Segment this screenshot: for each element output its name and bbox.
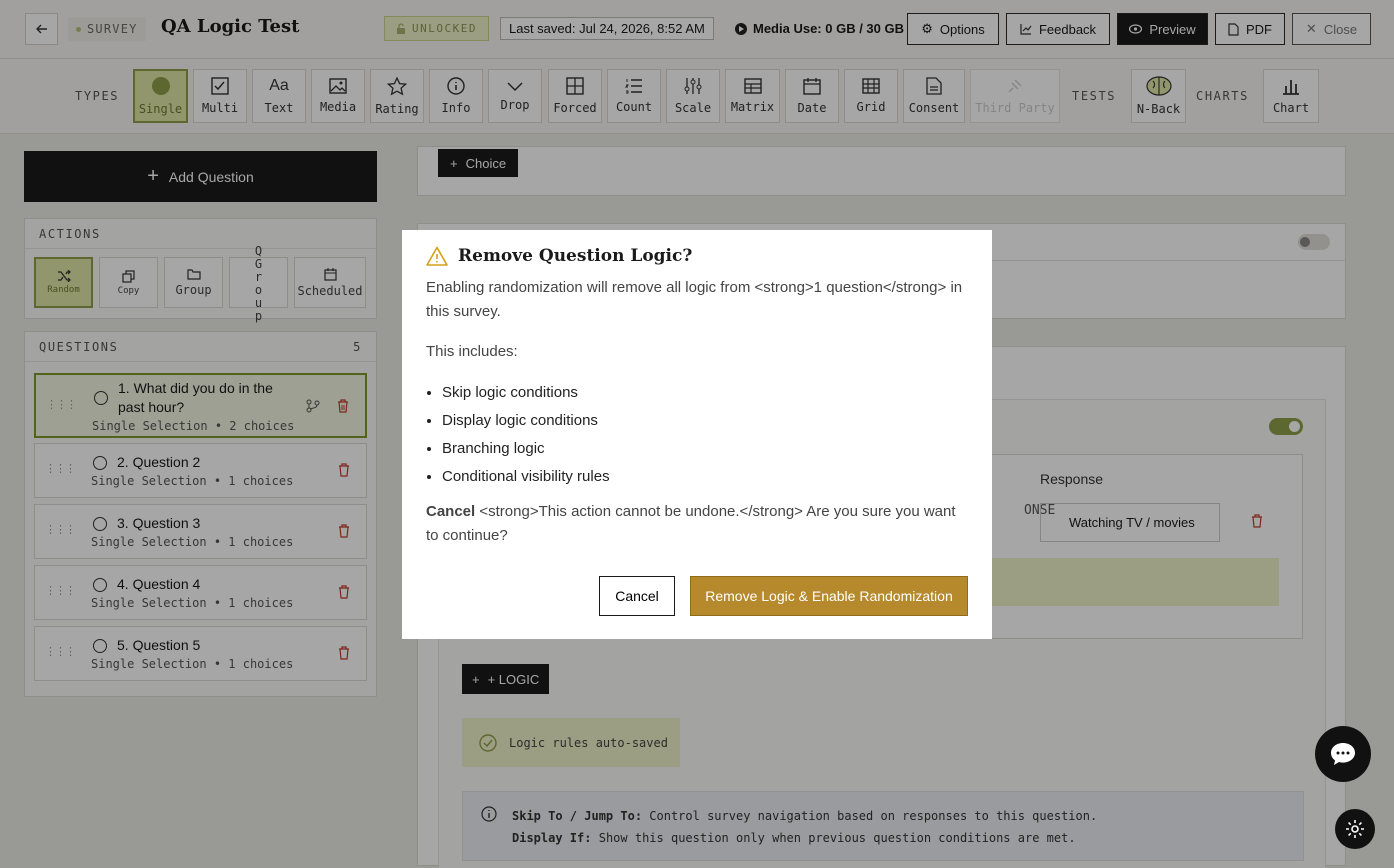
- confirm-remove-logic-button[interactable]: Remove Logic & Enable Randomization: [690, 576, 968, 616]
- cancel-button[interactable]: Cancel: [599, 576, 675, 616]
- chat-bubble-icon: [1331, 743, 1355, 765]
- list-item: Skip logic conditions: [442, 379, 610, 407]
- dialog-warning-text: <strong>This action cannot be undone.</s…: [426, 503, 956, 544]
- dialog-title-text: Remove Question Logic?: [458, 246, 693, 266]
- list-item: Display logic conditions: [442, 407, 610, 435]
- gear-icon: [1346, 820, 1364, 838]
- dialog-warning: Cancel <strong>This action cannot be und…: [426, 500, 966, 548]
- dialog-includes-list: Skip logic conditions Display logic cond…: [442, 379, 610, 491]
- settings-fab[interactable]: [1335, 809, 1375, 849]
- dialog-title: Remove Question Logic?: [426, 246, 692, 266]
- chat-button[interactable]: [1315, 726, 1371, 782]
- dialog-description: Enabling randomization will remove all l…: [426, 279, 963, 320]
- dialog-warning-strong: Cancel: [426, 503, 476, 520]
- remove-logic-dialog: Remove Question Logic? Enabling randomiz…: [402, 230, 992, 639]
- warning-icon: [426, 246, 448, 266]
- dialog-includes-label: This includes:: [426, 343, 518, 360]
- list-item: Conditional visibility rules: [442, 463, 610, 491]
- list-item: Branching logic: [442, 435, 610, 463]
